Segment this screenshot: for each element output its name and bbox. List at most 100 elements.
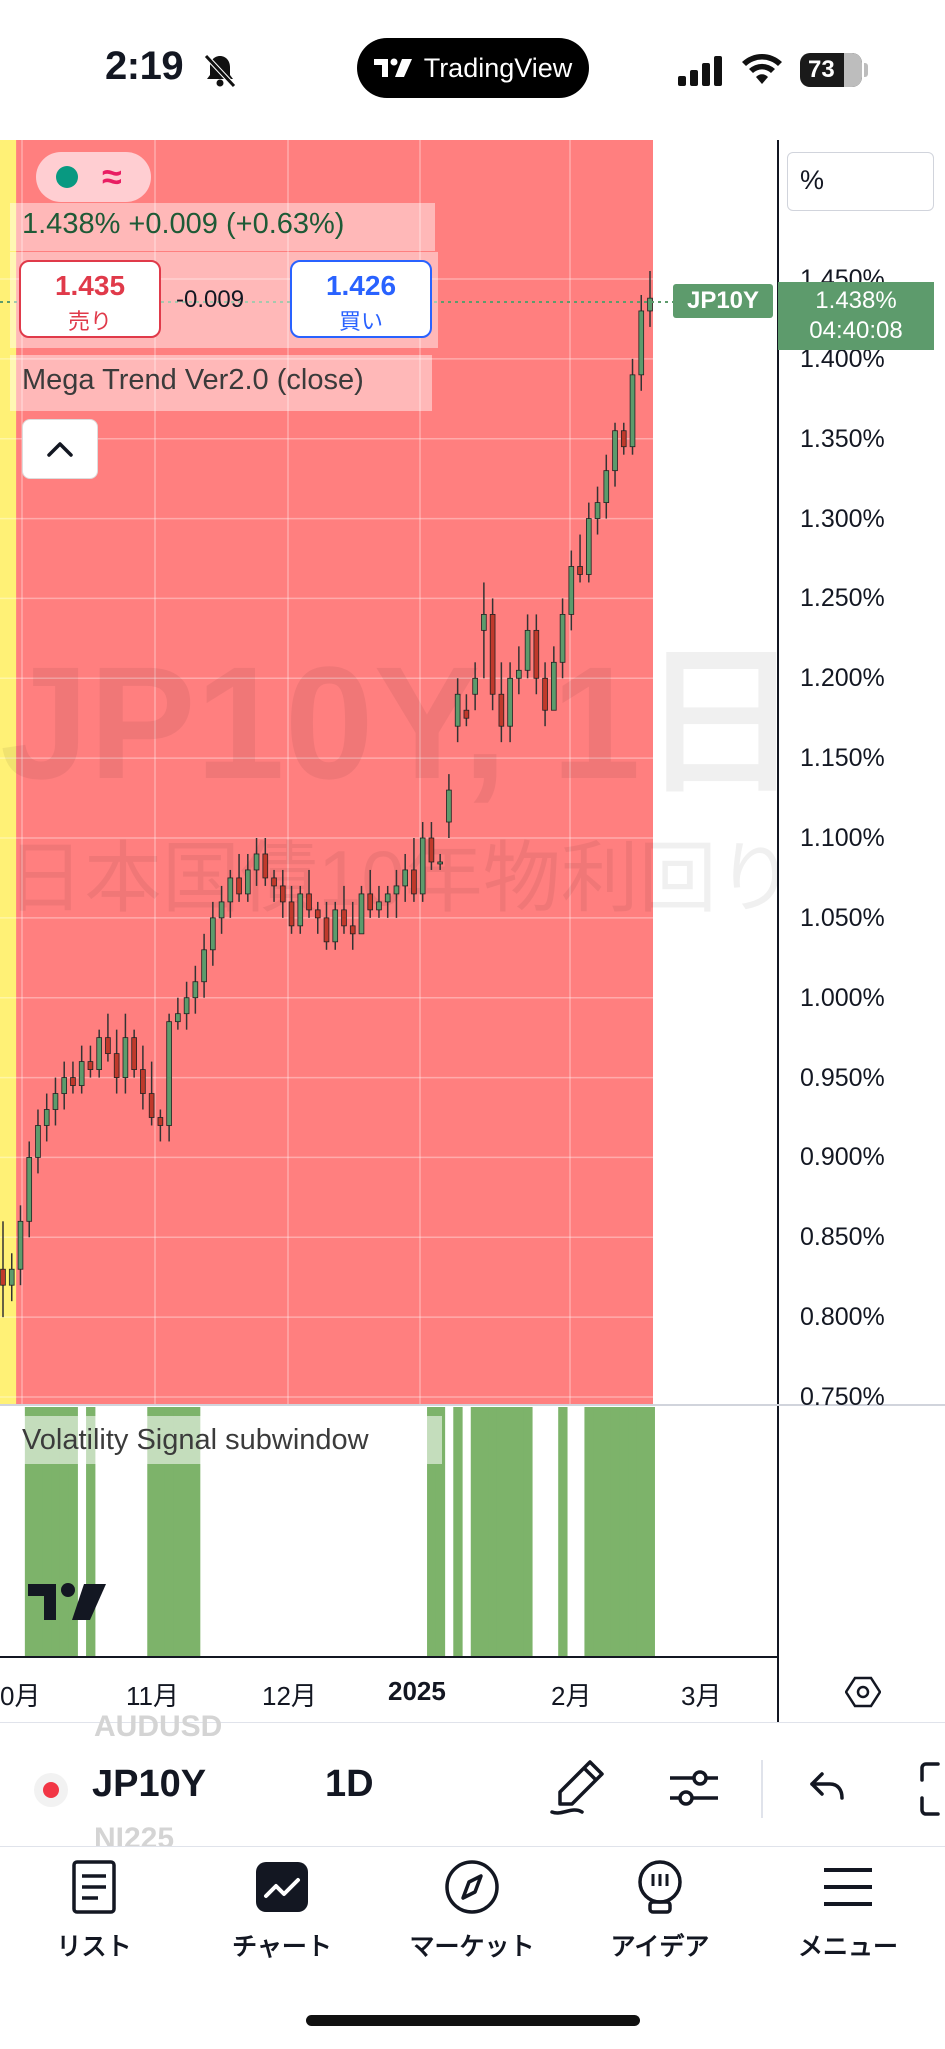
indicator-toggle[interactable] xyxy=(36,152,151,202)
volatility-bar xyxy=(514,1407,524,1657)
nav-label-menu: メニュー xyxy=(797,1933,898,1961)
battery-level: 73 xyxy=(808,56,835,83)
sell-button[interactable]: 1.435 売り xyxy=(19,260,161,338)
toolbar-divider xyxy=(761,1760,763,1818)
candle-body xyxy=(349,925,356,935)
price-axis-label: 1.250% xyxy=(800,584,885,613)
battery-tip xyxy=(864,63,868,77)
nav-item-ideas[interactable]: アイデア xyxy=(580,1858,740,1963)
indicator-legend[interactable]: Mega Trend Ver2.0 (close) xyxy=(22,364,364,397)
price-axis-label: 1.100% xyxy=(800,824,885,852)
candle-body xyxy=(428,837,435,863)
nav-item-menu[interactable]: メニュー xyxy=(768,1858,928,1963)
price-axis-label: 1.150% xyxy=(800,744,885,773)
indicator-wave-icon[interactable]: ≈ xyxy=(102,152,122,202)
symbol-button[interactable]: JP10Y xyxy=(92,1763,206,1806)
candle-body xyxy=(393,885,400,895)
candle-body xyxy=(341,909,347,927)
candle-body xyxy=(551,661,557,711)
candle-body xyxy=(227,877,234,903)
symbol-watermark: JP10Y, 1日 xyxy=(0,633,801,812)
nav-label-ideas: アイデア xyxy=(610,1933,710,1961)
candle-body xyxy=(35,1125,41,1158)
candle-body xyxy=(87,1061,94,1070)
app-indicator-pill[interactable]: TradingView xyxy=(357,38,589,98)
candle-body xyxy=(70,1077,76,1086)
nav-item-market[interactable]: マーケット xyxy=(392,1858,552,1963)
price-change: 1.438% +0.009 (+0.63%) xyxy=(22,208,345,240)
previous-symbol[interactable]: AUDUSD xyxy=(94,1710,222,1744)
price-axis-label: 0.850% xyxy=(800,1223,885,1252)
candle-body xyxy=(332,909,339,943)
candle-body xyxy=(271,877,277,887)
candle-body xyxy=(157,1117,164,1126)
candle-body xyxy=(620,430,627,448)
market-closed-dot xyxy=(43,1782,59,1798)
candle-body xyxy=(481,614,487,631)
volatility-bar xyxy=(619,1407,629,1657)
candle-body xyxy=(140,1069,146,1094)
percent-scale-button[interactable]: % xyxy=(787,152,934,211)
lightbulb-icon xyxy=(638,1860,682,1914)
candle-body xyxy=(577,566,583,575)
battery-indicator: 73 xyxy=(800,53,862,87)
interval-button[interactable]: 1D xyxy=(325,1763,374,1806)
chevron-up-icon xyxy=(47,442,73,457)
tradingview-watermark-icon[interactable] xyxy=(28,1580,108,1624)
candle-body xyxy=(26,1157,33,1222)
time-label: 0月 xyxy=(0,1681,41,1711)
market-open-dot xyxy=(56,166,78,188)
candle-body xyxy=(489,614,496,695)
volatility-bar xyxy=(645,1407,655,1657)
volatility-bar xyxy=(523,1407,533,1657)
candle-body xyxy=(131,1037,137,1070)
candle-body xyxy=(245,869,251,895)
candle-body xyxy=(629,374,636,448)
last-price-value: 1.438% xyxy=(815,287,897,314)
candle-body xyxy=(402,869,408,887)
time-label: 3月 xyxy=(681,1681,722,1711)
nav-item-chart[interactable]: チャート xyxy=(202,1858,362,1963)
candle-body xyxy=(603,470,610,503)
tradingview-logo-icon xyxy=(373,58,412,77)
candle-body xyxy=(384,893,391,903)
volatility-bar xyxy=(601,1407,612,1657)
candle-body xyxy=(323,917,330,943)
subwindow-label[interactable]: Volatility Signal subwindow xyxy=(22,1424,369,1457)
candle-body xyxy=(367,893,374,911)
chart-settings-icon[interactable] xyxy=(845,1674,881,1710)
compass-icon xyxy=(445,1860,499,1914)
candle-body xyxy=(288,901,295,927)
candle-body xyxy=(358,893,365,935)
candle-body xyxy=(201,949,207,983)
undo-icon[interactable] xyxy=(808,1768,848,1808)
fullscreen-icon[interactable] xyxy=(918,1760,945,1818)
price-axis-label: 0.950% xyxy=(800,1063,885,1092)
volatility-bar xyxy=(479,1407,489,1657)
volatility-bar xyxy=(470,1407,481,1657)
indicator-settings-icon[interactable] xyxy=(668,1762,720,1814)
status-time: 2:19 xyxy=(105,44,184,88)
chart-icon xyxy=(256,1862,308,1912)
wifi-icon xyxy=(742,54,782,84)
price-axis-label: 1.050% xyxy=(800,903,885,932)
buy-button[interactable]: 1.426 買い xyxy=(290,260,432,338)
candle-body xyxy=(175,1013,181,1023)
candle-body xyxy=(516,669,522,679)
collapse-legend-button[interactable] xyxy=(22,419,98,479)
symbol-price-tag: JP10Y xyxy=(673,284,773,318)
volatility-bar xyxy=(505,1407,516,1657)
candle-body xyxy=(585,518,592,575)
nav-item-list[interactable]: リスト xyxy=(14,1858,174,1963)
candle-body xyxy=(463,709,470,719)
list-icon xyxy=(72,1860,116,1914)
candle-body xyxy=(411,869,417,895)
candle-body xyxy=(8,1268,15,1286)
spread-value: -0.009 xyxy=(176,286,245,313)
home-indicator[interactable] xyxy=(306,2015,640,2026)
price-axis-label: 1.200% xyxy=(800,664,885,693)
volatility-bar xyxy=(584,1407,594,1657)
drawing-pen-icon[interactable] xyxy=(548,1756,610,1818)
candle-body xyxy=(210,917,216,951)
candle-body xyxy=(472,677,478,695)
